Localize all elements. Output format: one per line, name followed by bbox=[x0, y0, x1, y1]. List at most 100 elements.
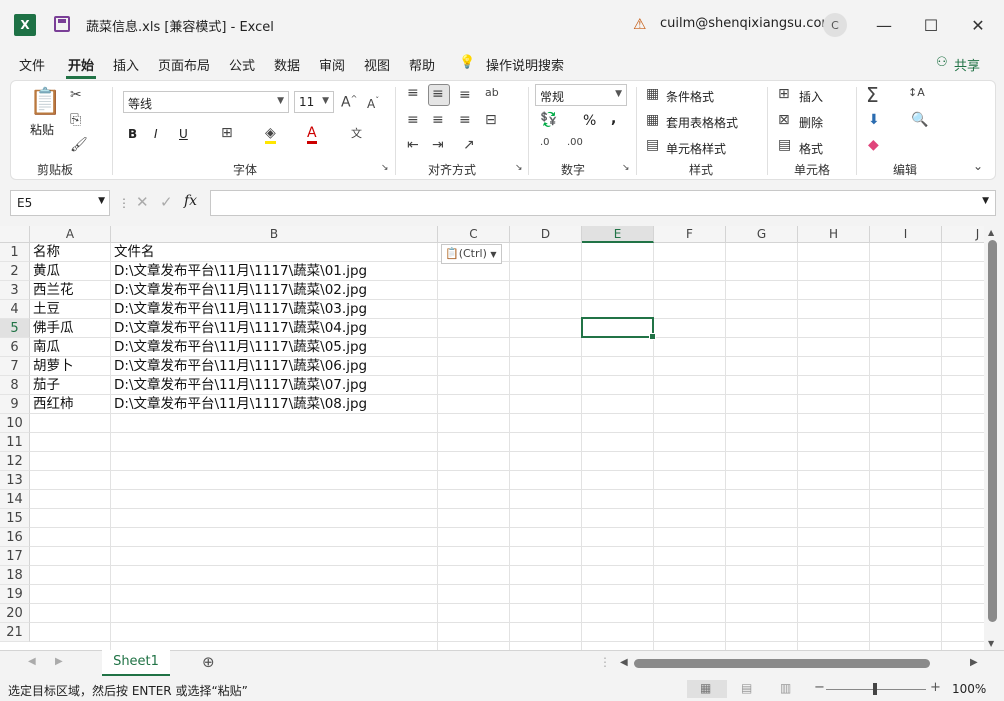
decrease-font-icon[interactable]: Aˇ bbox=[367, 96, 379, 111]
delete-cells-button[interactable]: 删除 bbox=[799, 114, 823, 131]
cell-b2[interactable]: D:\文章发布平台\11月\1117\蔬菜\01.jpg bbox=[111, 262, 367, 281]
row-header[interactable]: 21 bbox=[0, 623, 30, 642]
dialog-launcher-icon[interactable]: ↘ bbox=[381, 163, 389, 173]
align-bottom-icon[interactable]: ≡ bbox=[459, 87, 471, 103]
prev-sheet-icon[interactable]: ◀ bbox=[28, 656, 36, 667]
dialog-launcher-icon[interactable]: ↘ bbox=[515, 163, 523, 173]
fill-color-icon[interactable]: ◈ bbox=[265, 125, 276, 144]
maximize-icon[interactable]: ☐ bbox=[908, 10, 954, 40]
cell-a2[interactable]: 黄瓜 bbox=[30, 262, 60, 281]
cell-styles-button[interactable]: 单元格样式 bbox=[666, 140, 726, 157]
zoom-slider-thumb[interactable] bbox=[873, 683, 877, 695]
cell-b8[interactable]: D:\文章发布平台\11月\1117\蔬菜\07.jpg bbox=[111, 376, 367, 395]
column-header[interactable]: J bbox=[942, 226, 984, 243]
name-box[interactable]: E5 ▼ bbox=[10, 190, 110, 216]
row-header[interactable]: 11 bbox=[0, 433, 30, 452]
dialog-launcher-icon[interactable]: ↘ bbox=[622, 163, 630, 173]
border-icon[interactable]: ⊞ bbox=[221, 125, 233, 141]
page-break-view-icon[interactable]: ▥ bbox=[780, 681, 791, 695]
percent-button[interactable]: % bbox=[583, 113, 596, 129]
avatar[interactable]: C bbox=[823, 13, 847, 37]
row-header[interactable]: 4 bbox=[0, 300, 30, 319]
cell-a9[interactable]: 西红柿 bbox=[30, 395, 74, 414]
row-header[interactable]: 7 bbox=[0, 357, 30, 376]
select-all-corner[interactable] bbox=[0, 226, 30, 243]
paste-options-button[interactable]: 📋(Ctrl) ▼ bbox=[441, 244, 502, 264]
column-header[interactable]: H bbox=[798, 226, 870, 243]
align-right-icon[interactable]: ≡ bbox=[459, 112, 471, 128]
save-icon[interactable] bbox=[54, 16, 70, 32]
horizontal-scroll-thumb[interactable] bbox=[634, 659, 930, 668]
phonetic-icon[interactable]: 文 bbox=[351, 125, 362, 141]
collapse-ribbon-icon[interactable]: ⌄ bbox=[973, 159, 983, 173]
row-header[interactable]: 20 bbox=[0, 604, 30, 623]
row-header[interactable]: 14 bbox=[0, 490, 30, 509]
wrap-text-icon[interactable]: ab bbox=[485, 86, 499, 99]
vertical-scroll-thumb[interactable] bbox=[988, 240, 997, 622]
decrease-indent-icon[interactable]: ⇤ bbox=[407, 137, 419, 153]
row-header[interactable]: 3 bbox=[0, 281, 30, 300]
column-header[interactable]: D bbox=[510, 226, 582, 243]
chevron-down-icon[interactable]: ▼ bbox=[982, 196, 989, 206]
autosum-icon[interactable]: Σ bbox=[866, 83, 879, 107]
row-header[interactable]: 13 bbox=[0, 471, 30, 490]
increase-font-icon[interactable]: A^ bbox=[341, 94, 357, 111]
selected-cell-e5[interactable] bbox=[581, 317, 656, 340]
row-header[interactable]: 18 bbox=[0, 566, 30, 585]
find-select-icon[interactable]: 🔍 bbox=[911, 112, 928, 128]
cell-b1[interactable]: 文件名 bbox=[111, 243, 155, 262]
close-icon[interactable]: ✕ bbox=[955, 10, 1001, 40]
cell-b4[interactable]: D:\文章发布平台\11月\1117\蔬菜\03.jpg bbox=[111, 300, 367, 319]
row-header[interactable]: 2 bbox=[0, 262, 30, 281]
column-header[interactable]: I bbox=[870, 226, 942, 243]
font-size-select[interactable]: 11 ▼ bbox=[294, 91, 334, 113]
paste-icon[interactable]: 📋 bbox=[29, 87, 61, 121]
row-header[interactable]: 10 bbox=[0, 414, 30, 433]
worksheet-grid[interactable]: A B C D E F G H I J 1 2 3 4 5 6 7 8 9 10… bbox=[0, 226, 984, 650]
menu-page-layout[interactable]: 页面布局 bbox=[158, 55, 210, 74]
column-header[interactable]: G bbox=[726, 226, 798, 243]
warning-icon[interactable]: ⚠ bbox=[633, 15, 646, 33]
cell-a7[interactable]: 胡萝卜 bbox=[30, 357, 74, 376]
menu-home[interactable]: 开始 bbox=[68, 55, 94, 74]
enter-icon[interactable]: ✓ bbox=[160, 193, 173, 211]
comma-button[interactable]: , bbox=[611, 111, 616, 127]
decrease-decimal-icon[interactable]: .00 bbox=[567, 137, 583, 148]
more-options-icon[interactable]: ⋮ bbox=[118, 196, 130, 210]
cut-icon[interactable]: ✂ bbox=[70, 87, 82, 103]
minimize-icon[interactable]: — bbox=[861, 10, 907, 40]
number-format-select[interactable]: 常规 ▼ bbox=[535, 84, 627, 106]
column-header[interactable]: B bbox=[111, 226, 438, 243]
row-header[interactable]: 1 bbox=[0, 243, 30, 262]
splitter-icon[interactable]: ⋮ bbox=[599, 655, 611, 669]
format-cells-button[interactable]: 格式 bbox=[799, 140, 823, 157]
paste-button[interactable]: 粘贴 bbox=[30, 121, 54, 138]
add-sheet-button[interactable]: ⊕ bbox=[202, 653, 215, 671]
cell-a3[interactable]: 西兰花 bbox=[30, 281, 74, 300]
formula-input[interactable]: ▼ bbox=[210, 190, 996, 216]
zoom-level[interactable]: 100% bbox=[952, 682, 986, 696]
clear-icon[interactable]: ◆ bbox=[868, 137, 879, 153]
align-top-icon[interactable]: ≡ bbox=[407, 85, 419, 101]
row-header[interactable]: 8 bbox=[0, 376, 30, 395]
menu-insert[interactable]: 插入 bbox=[113, 55, 139, 74]
conditional-format-button[interactable]: 条件格式 bbox=[666, 88, 714, 105]
cell-a8[interactable]: 茄子 bbox=[30, 376, 60, 395]
bold-button[interactable]: B bbox=[128, 127, 137, 141]
column-header[interactable]: C bbox=[438, 226, 510, 243]
cell-b7[interactable]: D:\文章发布平台\11月\1117\蔬菜\06.jpg bbox=[111, 357, 367, 376]
increase-indent-icon[interactable]: ⇥ bbox=[432, 137, 444, 153]
cell-b9[interactable]: D:\文章发布平台\11月\1117\蔬菜\08.jpg bbox=[111, 395, 367, 414]
menu-view[interactable]: 视图 bbox=[364, 55, 390, 74]
row-header[interactable]: 16 bbox=[0, 528, 30, 547]
cell-a5[interactable]: 佛手瓜 bbox=[30, 319, 74, 338]
sheet-tab-sheet1[interactable]: Sheet1 bbox=[102, 650, 170, 676]
row-header[interactable]: 15 bbox=[0, 509, 30, 528]
row-header[interactable]: 6 bbox=[0, 338, 30, 357]
align-left-icon[interactable]: ≡ bbox=[407, 112, 419, 128]
italic-button[interactable]: I bbox=[154, 127, 158, 141]
row-header-selected[interactable]: 5 bbox=[0, 319, 30, 338]
scroll-left-icon[interactable]: ◀ bbox=[620, 657, 628, 668]
cell-a1[interactable]: 名称 bbox=[30, 243, 60, 262]
column-header[interactable]: A bbox=[30, 226, 111, 243]
